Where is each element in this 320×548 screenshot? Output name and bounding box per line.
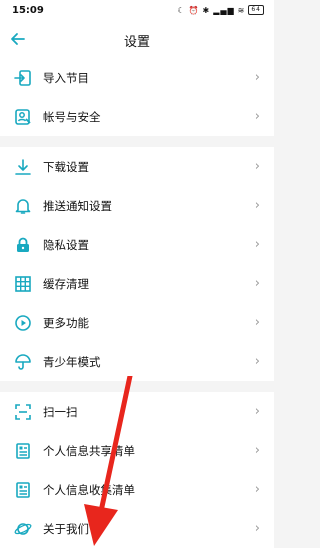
settings-item-label: 个人信息收集清单	[43, 482, 135, 497]
status-bar: 15:09 ☾ ⏰ ✱ ▂▄▆ ≋ 64	[0, 0, 274, 22]
chevron-right-icon: ›	[254, 521, 260, 536]
chevron-right-icon: ›	[254, 70, 260, 85]
settings-item-import[interactable]: 导入节目 ›	[0, 58, 274, 97]
settings-item-label: 缓存清理	[43, 276, 89, 291]
settings-group-general: 下载设置 › 推送通知设置 › 隐私设置 › 缓存清理 › 更多功能 › 青少年…	[0, 147, 274, 381]
settings-item-label: 隐私设置	[43, 237, 89, 252]
settings-item-privacy[interactable]: 隐私设置 ›	[0, 225, 274, 264]
settings-item-about-us[interactable]: 关于我们 ›	[0, 509, 274, 548]
umbrella-icon	[14, 353, 32, 371]
wifi-icon: ≋	[237, 5, 246, 15]
settings-item-cache-clear[interactable]: 缓存清理 ›	[0, 264, 274, 303]
settings-item-info-sharing-list[interactable]: 个人信息共享清单 ›	[0, 431, 274, 470]
chevron-right-icon: ›	[254, 109, 260, 124]
settings-item-account-security[interactable]: 帐号与安全 ›	[0, 97, 274, 136]
download-icon	[14, 158, 32, 176]
settings-group-info: 扫一扫 › 个人信息共享清单 › 个人信息收集清单 › 关于我们 ›	[0, 392, 274, 548]
planet-icon	[14, 520, 32, 538]
alarm-icon: ⏰	[188, 5, 200, 15]
title-bar: 设置	[0, 22, 274, 58]
grid-icon	[14, 275, 32, 293]
settings-item-download[interactable]: 下载设置 ›	[0, 147, 274, 186]
status-icons: ☾ ⏰ ✱ ▂▄▆ ≋ 64	[177, 5, 264, 15]
chevron-right-icon: ›	[254, 482, 260, 497]
settings-item-push-notifications[interactable]: 推送通知设置 ›	[0, 186, 274, 225]
chevron-right-icon: ›	[254, 404, 260, 419]
chevron-right-icon: ›	[254, 443, 260, 458]
page-title: 设置	[123, 35, 150, 50]
chevron-right-icon: ›	[254, 159, 260, 174]
settings-item-label: 关于我们	[43, 521, 89, 536]
settings-item-scan[interactable]: 扫一扫 ›	[0, 392, 274, 431]
settings-item-more-features[interactable]: 更多功能 ›	[0, 303, 274, 342]
battery-icon: 64	[248, 5, 264, 15]
settings-item-label: 帐号与安全	[43, 109, 101, 124]
lock-icon	[14, 236, 32, 254]
chevron-right-icon: ›	[254, 198, 260, 213]
settings-item-label: 扫一扫	[43, 404, 78, 419]
settings-item-youth-mode[interactable]: 青少年模式 ›	[0, 342, 274, 381]
bluetooth-icon: ✱	[202, 5, 211, 15]
document-list-icon	[14, 481, 32, 499]
document-list-icon	[14, 442, 32, 460]
play-circle-icon	[14, 314, 32, 332]
status-time: 15:09	[12, 5, 44, 16]
chevron-right-icon: ›	[254, 315, 260, 330]
signal-icon: ▂▄▆	[213, 5, 235, 15]
account-security-icon	[14, 108, 32, 126]
scan-icon	[14, 403, 32, 421]
settings-item-label: 推送通知设置	[43, 198, 112, 213]
settings-item-label: 导入节目	[43, 70, 89, 85]
settings-item-label: 下载设置	[43, 159, 89, 174]
settings-item-info-collection-list[interactable]: 个人信息收集清单 ›	[0, 470, 274, 509]
bell-icon	[14, 197, 32, 215]
settings-item-label: 更多功能	[43, 315, 89, 330]
settings-group-account: 导入节目 › 帐号与安全 ›	[0, 58, 274, 136]
settings-item-label: 青少年模式	[43, 354, 101, 369]
settings-item-label: 个人信息共享清单	[43, 443, 135, 458]
chevron-right-icon: ›	[254, 354, 260, 369]
chevron-right-icon: ›	[254, 237, 260, 252]
import-icon	[14, 69, 32, 87]
chevron-right-icon: ›	[254, 276, 260, 291]
moon-icon: ☾	[177, 5, 186, 15]
